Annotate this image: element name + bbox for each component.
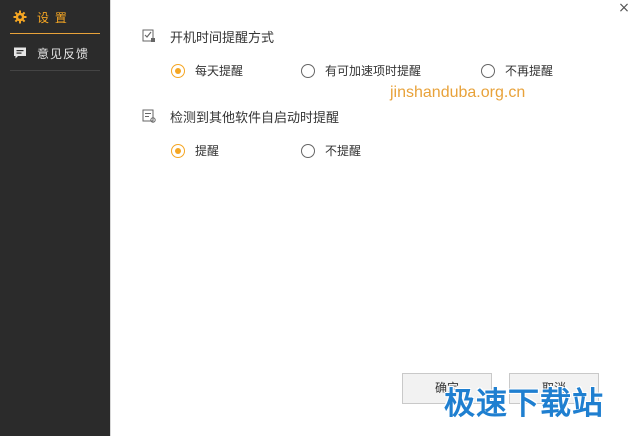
close-button[interactable]: × bbox=[614, 0, 634, 16]
sidebar-item-label: 设 置 bbox=[37, 10, 68, 25]
radio-label: 每天提醒 bbox=[195, 64, 244, 78]
active-underline bbox=[10, 33, 100, 34]
sidebar-item-feedback[interactable]: 意见反馈 bbox=[0, 36, 110, 70]
feedback-icon bbox=[14, 47, 26, 59]
radio-selected-indicator bbox=[171, 63, 185, 78]
sidebar: 设 置 意见反馈 bbox=[0, 0, 110, 436]
radio-indicator bbox=[301, 63, 315, 78]
radio-label: 不再提醒 bbox=[505, 64, 554, 78]
radio-no-remind[interactable]: 不提醒 bbox=[301, 142, 361, 159]
radio-label: 不提醒 bbox=[325, 144, 362, 158]
sidebar-item-settings[interactable]: 设 置 bbox=[0, 0, 110, 34]
gear-icon bbox=[13, 10, 27, 24]
radio-label: 提醒 bbox=[195, 144, 220, 158]
startup-reminder-icon bbox=[142, 29, 155, 42]
site-watermark: jinshanduba.org.cn bbox=[390, 84, 526, 101]
radio-label: 有可加速项时提醒 bbox=[325, 64, 422, 78]
radio-selected-indicator bbox=[171, 143, 185, 158]
radio-remind[interactable]: 提醒 bbox=[171, 142, 219, 159]
close-icon: × bbox=[618, 0, 630, 16]
radio-never-remind[interactable]: 不再提醒 bbox=[481, 62, 553, 79]
radio-indicator bbox=[301, 143, 315, 158]
sidebar-item-label: 意见反馈 bbox=[37, 46, 90, 61]
autostart-detect-icon bbox=[142, 109, 156, 123]
download-site-logo-watermark: 极速下载站 bbox=[444, 386, 604, 422]
section-title-autostart-detect: 检测到其他软件自启动时提醒 bbox=[170, 111, 340, 126]
radio-remind-when-speedup[interactable]: 有可加速项时提醒 bbox=[301, 62, 421, 79]
radio-daily-reminder[interactable]: 每天提醒 bbox=[171, 62, 243, 79]
section-title-startup-reminder: 开机时间提醒方式 bbox=[170, 31, 275, 46]
radio-indicator bbox=[481, 63, 495, 78]
sidebar-divider bbox=[10, 70, 100, 71]
